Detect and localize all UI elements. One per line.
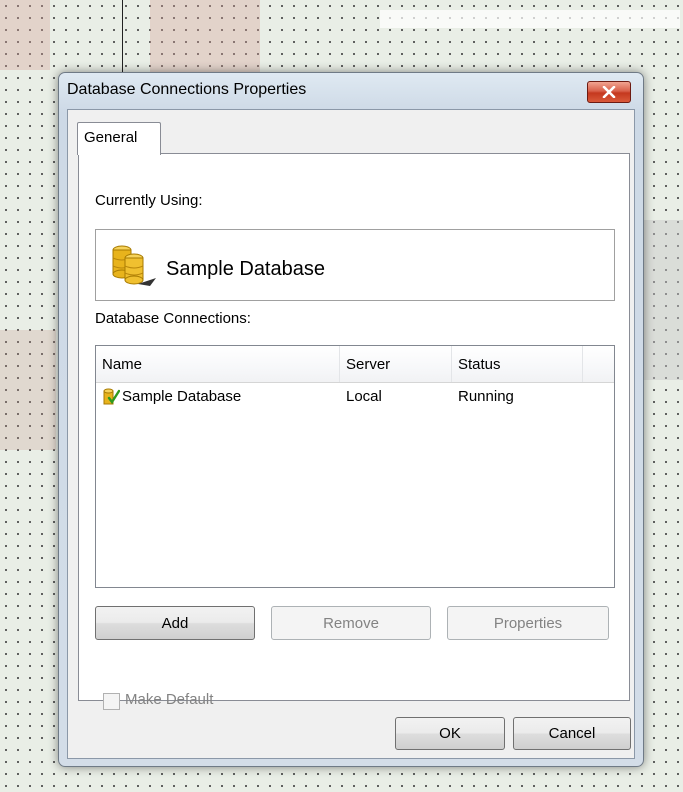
add-button[interactable]: Add [95, 606, 255, 640]
dialog-title: Database Connections Properties [67, 81, 307, 98]
title-bar[interactable]: Database Connections Properties [59, 73, 643, 107]
dialog-client-area: General Currently Using: Sample Database… [67, 109, 635, 759]
properties-button[interactable]: Properties [447, 606, 609, 640]
ok-button[interactable]: OK [395, 717, 505, 750]
database-icon [112, 245, 156, 286]
close-button[interactable] [587, 81, 631, 103]
current-database-box: Sample Database [95, 229, 615, 301]
list-header: Name Server Status [96, 346, 614, 383]
column-header-label: Status [458, 356, 501, 373]
column-header-label: Name [102, 356, 143, 373]
database-connections-label: Database Connections: [95, 310, 251, 327]
column-header-name[interactable]: Name [96, 346, 340, 382]
database-check-icon [103, 388, 120, 405]
make-default-checkbox[interactable] [103, 693, 120, 710]
table-row[interactable]: Sample Database Local Running [96, 382, 582, 412]
make-default-label: Make Default [125, 691, 214, 708]
column-header-label: Server [346, 356, 391, 373]
row-name: Sample Database [122, 388, 242, 405]
tab-label: General [84, 129, 138, 146]
tab-general[interactable]: General [77, 122, 161, 155]
column-header-server[interactable]: Server [340, 346, 452, 382]
general-tab-panel: Currently Using: Sample Database Databas… [78, 153, 630, 710]
current-database-name: Sample Database [166, 258, 325, 280]
row-server: Local [346, 388, 382, 405]
row-status: Running [458, 388, 514, 405]
column-header-status[interactable]: Status [452, 346, 583, 382]
close-icon [602, 86, 616, 98]
connections-list[interactable]: Name Server Status Sample Database Local… [95, 345, 615, 588]
currently-using-label: Currently Using: [95, 192, 203, 209]
remove-button[interactable]: Remove [271, 606, 431, 640]
cancel-button[interactable]: Cancel [513, 717, 631, 750]
dialog-window: Database Connections Properties General … [58, 72, 644, 767]
